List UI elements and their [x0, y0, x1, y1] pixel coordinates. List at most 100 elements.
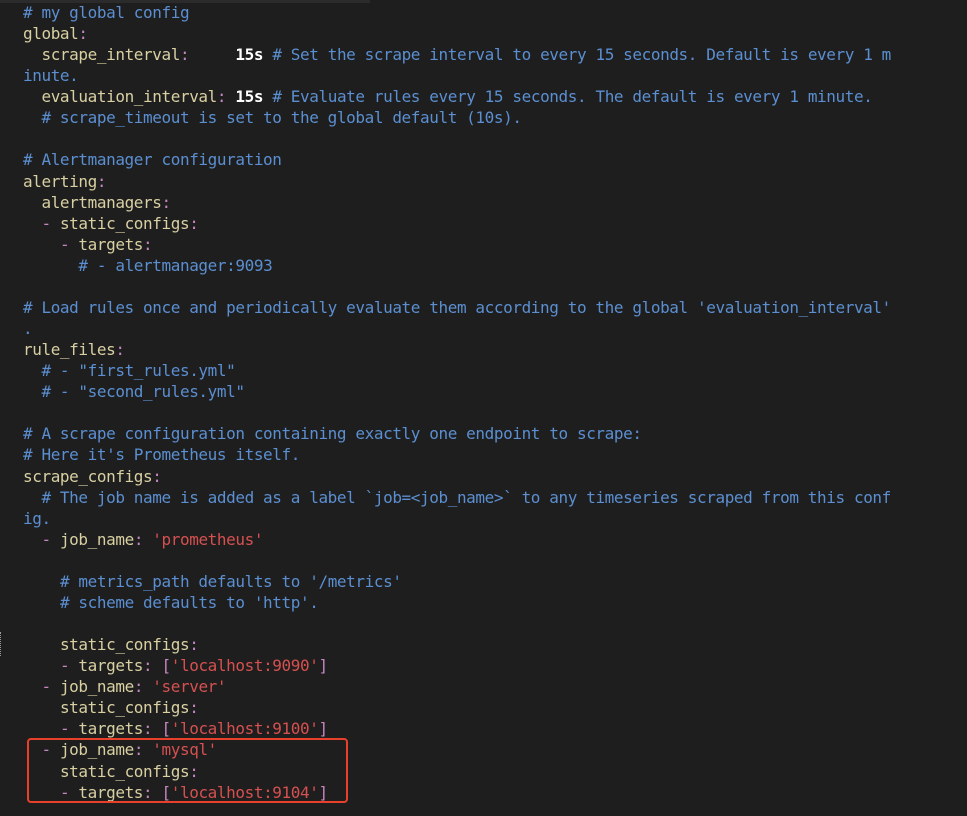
code-line: - targets: ['localhost:9090'] — [23, 655, 328, 676]
code-line: scrape_configs: — [23, 466, 162, 487]
code-line: # my global config — [23, 2, 190, 23]
code-line: static_configs: — [23, 634, 199, 655]
code-token: # A scrape configuration containing exac… — [23, 424, 642, 444]
code-line: # scheme defaults to 'http'. — [23, 592, 319, 613]
code-token: : — [143, 656, 153, 676]
code-token: [ — [161, 656, 172, 676]
code-line: evaluation_interval: 15s # Evaluate rule… — [23, 86, 872, 107]
code-token: : — [115, 340, 125, 360]
code-editor[interactable]: # my global config global: scrape_interva… — [0, 0, 967, 816]
code-token: # - "second_rules.yml" — [41, 382, 245, 402]
code-line: # A scrape configuration containing exac… — [23, 423, 642, 444]
code-token: . — [23, 319, 33, 339]
code-token: 'localhost:9090' — [170, 656, 319, 676]
code-token: # - alertmanager:9093 — [78, 255, 273, 275]
code-line: # Alertmanager configuration — [23, 149, 282, 170]
code-token: # Evaluate rules every 15 seconds. The d… — [272, 87, 873, 107]
code-line: static_configs: — [23, 697, 199, 718]
code-token: evaluation_interval — [41, 87, 217, 107]
code-line: ig. — [23, 508, 51, 529]
code-line: # metrics_path defaults to '/metrics' — [23, 571, 402, 592]
code-token: : — [96, 171, 107, 191]
code-token: # scheme defaults to 'http'. — [59, 592, 319, 612]
code-line: inute. — [23, 65, 79, 86]
code-token: ] — [318, 719, 328, 739]
code-token: alertmanagers — [41, 192, 162, 212]
code-token: targets — [78, 234, 144, 254]
code-token: - — [59, 234, 70, 254]
code-token: scrape_interval — [41, 45, 180, 65]
code-line: global: — [23, 23, 88, 44]
code-token: targets — [78, 719, 144, 739]
code-token: inute. — [23, 66, 79, 86]
code-token: : — [189, 698, 199, 718]
code-token: : — [143, 234, 153, 254]
code-token: # scrape_timeout is set to the global de… — [41, 108, 522, 128]
mysql-job-highlight-box — [27, 738, 348, 803]
code-line: - job_name: 'server' — [23, 676, 226, 697]
code-token: : — [143, 719, 153, 739]
code-token: scrape_configs — [23, 466, 153, 486]
code-line: . — [23, 318, 33, 339]
gutter-mark — [0, 632, 3, 656]
code-line: # Here it's Prometheus itself. — [23, 444, 300, 465]
code-line: # - "second_rules.yml" — [23, 381, 245, 402]
code-token: - — [59, 719, 70, 739]
code-token: # my global config — [23, 3, 190, 22]
code-token: - — [59, 656, 70, 676]
code-token: 'server' — [152, 677, 227, 697]
code-token: 15s — [235, 87, 264, 107]
code-token: : — [133, 529, 144, 549]
code-token: 'localhost:9100' — [170, 719, 319, 739]
code-token: static_configs — [59, 698, 190, 718]
code-token: alerting — [23, 171, 97, 191]
code-token: # Load rules once and periodically evalu… — [23, 297, 891, 317]
code-token: 15s — [235, 45, 264, 65]
code-token: : — [78, 24, 88, 44]
code-token: static_configs — [59, 213, 190, 233]
code-token: : — [189, 213, 199, 233]
code-token: # Set the scrape interval to every 15 se… — [272, 45, 891, 65]
code-token: : — [216, 87, 227, 107]
code-token: # - "first_rules.yml" — [41, 361, 236, 381]
code-token: : — [179, 45, 190, 65]
code-line: alerting: — [23, 171, 107, 192]
code-line: # - "first_rules.yml" — [23, 360, 235, 381]
code-token: - — [41, 677, 51, 697]
code-line: # Load rules once and periodically evalu… — [23, 297, 891, 318]
code-token: # metrics_path defaults to '/metrics' — [59, 571, 402, 591]
code-line: - targets: — [23, 234, 153, 255]
code-token: job_name — [59, 677, 134, 697]
code-token: - — [41, 213, 51, 233]
code-token: # Here it's Prometheus itself. — [23, 445, 300, 465]
code-line: # The job name is added as a label `job=… — [23, 487, 891, 508]
code-line: # scrape_timeout is set to the global de… — [23, 107, 522, 128]
code-token: targets — [78, 656, 144, 676]
code-token: : — [189, 635, 199, 655]
code-token: - — [41, 529, 51, 549]
code-token: ig. — [23, 508, 51, 528]
code-token: # The job name is added as a label `job=… — [41, 487, 891, 507]
